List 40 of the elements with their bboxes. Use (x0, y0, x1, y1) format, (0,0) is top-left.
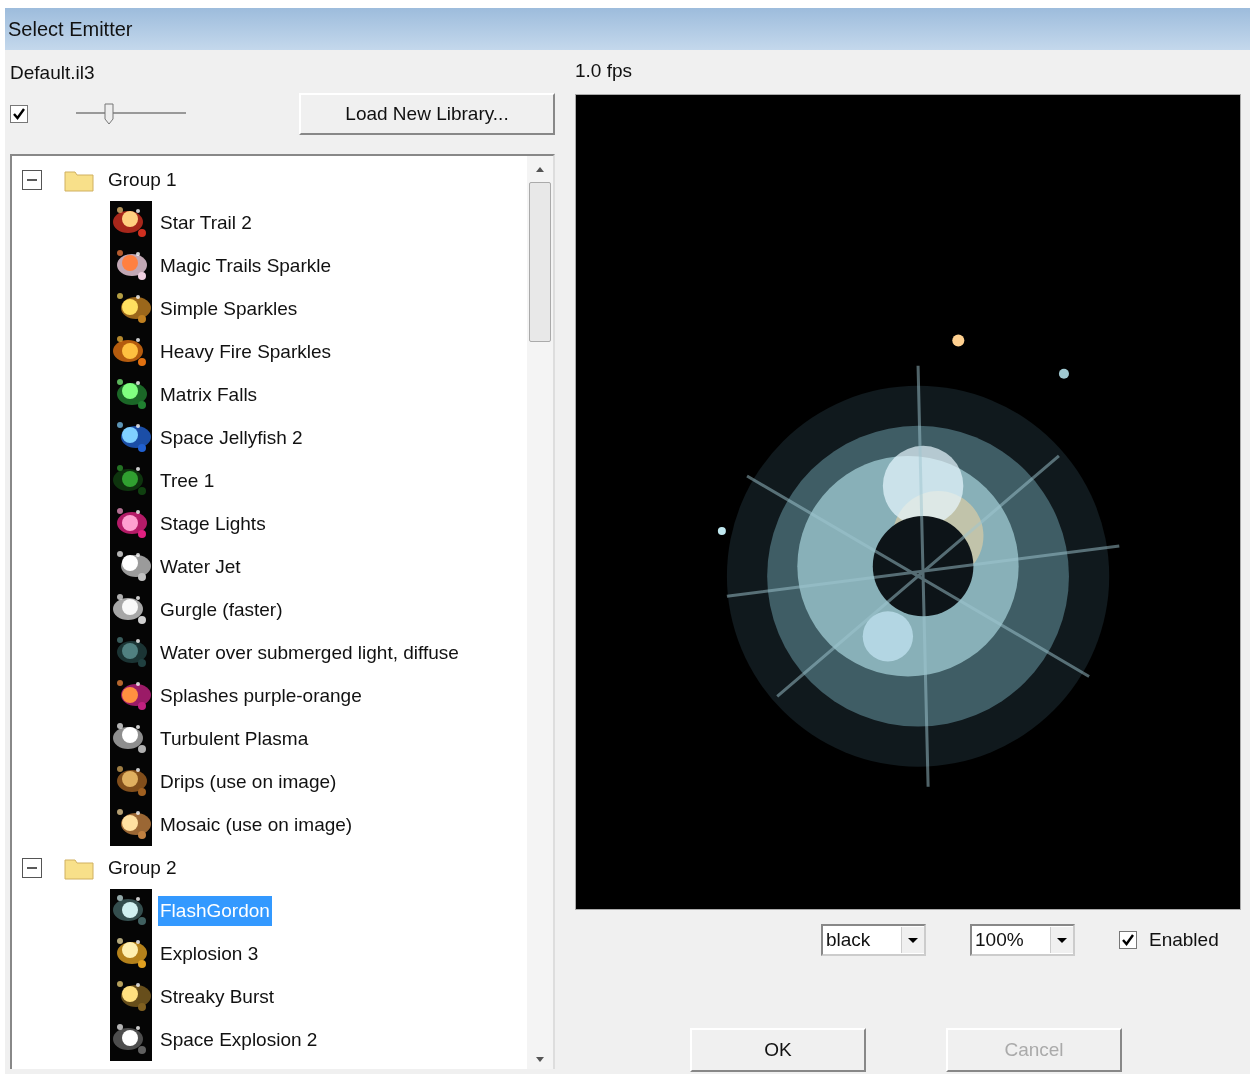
slider-thumb[interactable] (104, 103, 114, 125)
emitter-item[interactable]: Space Explosion 2 (158, 1024, 320, 1055)
emitter-item[interactable]: Heavy Fire Sparkles (158, 336, 334, 367)
emitter-item[interactable]: Water Jet (158, 551, 243, 582)
background-dropdown[interactable]: black (821, 924, 926, 956)
emitter-item[interactable]: Drips (use on image) (158, 766, 339, 797)
scrollbar[interactable] (527, 156, 553, 1069)
emitter-item[interactable]: Space Jellyfish 2 (158, 422, 305, 453)
emitter-item[interactable]: Magic Trails Sparkle (158, 250, 334, 281)
emitter-item[interactable]: Matrix Falls (158, 379, 260, 410)
emitter-item[interactable]: Water over submerged light, diffuse (158, 637, 461, 668)
fps-label: 1.0 fps (575, 60, 634, 83)
dropdown-value: black (825, 929, 872, 951)
emitter-item[interactable]: Tree 1 (158, 465, 217, 496)
library-name: Default.il3 (10, 62, 96, 84)
checkbox[interactable] (10, 105, 28, 123)
collapse-toggle[interactable] (22, 857, 42, 878)
emitter-item[interactable]: Streaky Burst (158, 981, 277, 1012)
group-label[interactable]: Group 2 (108, 856, 177, 879)
emitter-item[interactable]: Splashes purple-orange (158, 680, 364, 711)
collapse-toggle[interactable] (22, 169, 42, 190)
zoom-dropdown[interactable]: 100% (970, 924, 1075, 956)
load-library-button[interactable]: Load New Library... (299, 93, 555, 135)
emitter-item[interactable]: Mosaic (use on image) (158, 809, 355, 840)
scroll-down-icon[interactable] (535, 1057, 545, 1063)
enabled-label: Enabled (1149, 929, 1219, 951)
emitter-item[interactable]: Star Trail 2 (158, 207, 254, 238)
group-label[interactable]: Group 1 (108, 168, 177, 191)
emitter-item[interactable]: Turbulent Plasma (158, 723, 311, 754)
window-title: Select Emitter (8, 17, 133, 41)
dropdown-value: 100% (974, 929, 1025, 951)
emitter-item[interactable]: Stage Lights (158, 508, 268, 539)
slider[interactable] (76, 102, 186, 126)
emitter-item[interactable]: Simple Sparkles (158, 293, 300, 324)
scroll-thumb[interactable] (529, 182, 551, 342)
ok-button[interactable]: OK (690, 1028, 866, 1072)
enabled-checkbox[interactable] (1119, 931, 1137, 949)
emitter-item[interactable]: Explosion 3 (158, 938, 261, 969)
scroll-up-icon[interactable] (535, 166, 545, 172)
emitter-item[interactable]: Gurgle (faster) (158, 594, 285, 625)
